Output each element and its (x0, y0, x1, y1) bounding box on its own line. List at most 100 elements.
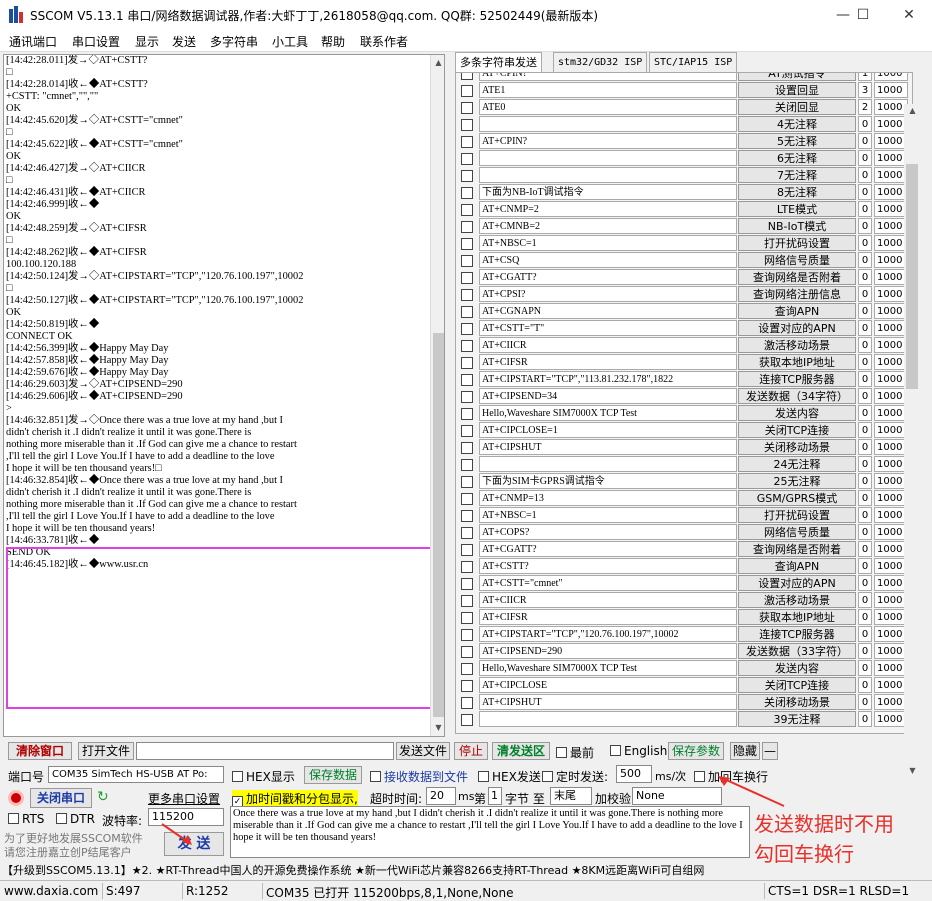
command-send-button[interactable]: 8无注释 (738, 184, 856, 200)
command-input[interactable]: Hello,Waveshare SIM7000X TCP Test (479, 660, 737, 676)
delay-input[interactable]: 1000 (874, 643, 908, 659)
delay-input[interactable]: 1000 (874, 490, 908, 506)
row-checkbox[interactable] (461, 170, 473, 182)
command-input[interactable]: AT+CIFSR (479, 609, 737, 625)
refresh-icon[interactable]: ↻ (97, 789, 109, 805)
command-input[interactable]: AT+CIPCLOSE (479, 677, 737, 693)
command-send-button[interactable]: 7无注释 (738, 167, 856, 183)
command-send-button[interactable]: 发送内容 (738, 660, 856, 676)
command-send-button[interactable]: 关闭移动场景 (738, 439, 856, 455)
order-input[interactable]: 0 (858, 405, 872, 421)
order-input[interactable]: 0 (858, 201, 872, 217)
command-input[interactable]: AT+NBSC=1 (479, 507, 737, 523)
command-input[interactable]: AT+NBSC=1 (479, 235, 737, 251)
row-checkbox[interactable] (461, 73, 473, 80)
delay-input[interactable]: 1000 (874, 507, 908, 523)
order-input[interactable]: 1 (858, 73, 872, 81)
delay-input[interactable]: 1000 (874, 354, 908, 370)
row-checkbox[interactable] (461, 289, 473, 301)
command-input[interactable]: AT+CPIN? (479, 133, 737, 149)
row-checkbox[interactable] (461, 714, 473, 726)
command-send-button[interactable]: 网络信号质量 (738, 252, 856, 268)
order-input[interactable]: 0 (858, 558, 872, 574)
promo-line-2[interactable]: 请您注册嘉立创P结尾客户 (4, 844, 132, 860)
command-input[interactable]: AT+CNMP=2 (479, 201, 737, 217)
page-input[interactable]: 1 (488, 787, 502, 805)
delay-input[interactable]: 1000 (874, 99, 908, 115)
row-checkbox[interactable] (461, 255, 473, 267)
order-input[interactable]: 0 (858, 694, 872, 710)
row-checkbox[interactable] (461, 272, 473, 284)
save-data-button[interactable]: 保存数据 (304, 766, 362, 784)
order-input[interactable]: 0 (858, 643, 872, 659)
command-input[interactable]: AT+CGNAPN (479, 303, 737, 319)
delay-input[interactable]: 1000 (874, 694, 908, 710)
command-input[interactable]: AT+CGATT? (479, 269, 737, 285)
order-input[interactable]: 0 (858, 439, 872, 455)
maximize-button[interactable]: ☐ (840, 0, 886, 30)
command-send-button[interactable]: 关闭TCP连接 (738, 677, 856, 693)
row-checkbox[interactable] (461, 561, 473, 573)
delay-input[interactable]: 1000 (874, 337, 908, 353)
menu-serial-settings[interactable]: 串口设置 (72, 33, 120, 50)
delay-input[interactable]: 1000 (874, 235, 908, 251)
row-checkbox[interactable] (461, 119, 473, 131)
interval-input[interactable]: 500 (616, 765, 652, 783)
delay-input[interactable]: 1000 (874, 541, 908, 557)
delay-input[interactable]: 1000 (874, 456, 908, 472)
order-input[interactable]: 0 (858, 575, 872, 591)
row-checkbox[interactable] (461, 476, 473, 488)
order-input[interactable]: 0 (858, 235, 872, 251)
command-send-button[interactable]: 打开扰码设置 (738, 235, 856, 251)
send-input[interactable]: Once there was a true love at my hand ,b… (230, 806, 750, 858)
scroll-up-icon[interactable]: ▲ (434, 58, 443, 67)
command-send-button[interactable]: 关闭移动场景 (738, 694, 856, 710)
row-checkbox[interactable] (461, 680, 473, 692)
delay-input[interactable]: 1000 (874, 218, 908, 234)
row-checkbox[interactable] (461, 612, 473, 624)
stop-button[interactable]: 停止 (454, 742, 488, 760)
command-send-button[interactable]: 查询网络注册信息 (738, 286, 856, 302)
menu-tools[interactable]: 小工具 (272, 33, 308, 50)
command-input[interactable] (479, 711, 737, 727)
timed-send-checkbox[interactable]: 定时发送: (542, 768, 608, 785)
row-checkbox[interactable] (461, 544, 473, 556)
command-send-button[interactable]: GSM/GPRS模式 (738, 490, 856, 506)
command-send-button[interactable]: 4无注释 (738, 116, 856, 132)
delay-input[interactable]: 1000 (874, 252, 908, 268)
table-scrollbar[interactable]: ▲ ▼ (904, 104, 920, 775)
command-input[interactable]: 下面为NB-IoT调试指令 (479, 184, 737, 200)
row-checkbox[interactable] (461, 697, 473, 709)
menu-help[interactable]: 帮助 (321, 33, 345, 50)
row-checkbox[interactable] (461, 408, 473, 420)
command-send-button[interactable]: 设置对应的APN (738, 320, 856, 336)
row-checkbox[interactable] (461, 459, 473, 471)
command-send-button[interactable]: 6无注释 (738, 150, 856, 166)
port-select[interactable]: COM35 SimTech HS-USB AT Po: (48, 766, 224, 783)
order-input[interactable]: 2 (858, 99, 872, 115)
order-input[interactable]: 0 (858, 677, 872, 693)
delay-input[interactable]: 1000 (874, 473, 908, 489)
order-input[interactable]: 3 (858, 82, 872, 98)
command-input[interactable]: AT+CIPSEND=34 (479, 388, 737, 404)
delay-input[interactable]: 1000 (874, 558, 908, 574)
row-checkbox[interactable] (461, 629, 473, 641)
command-send-button[interactable]: 查询APN (738, 303, 856, 319)
order-input[interactable]: 0 (858, 354, 872, 370)
command-send-button[interactable]: NB-IoT模式 (738, 218, 856, 234)
row-checkbox[interactable] (461, 204, 473, 216)
delay-input[interactable]: 1000 (874, 303, 908, 319)
delay-input[interactable]: 1000 (874, 167, 908, 183)
row-checkbox[interactable] (461, 306, 473, 318)
more-settings-link[interactable]: 更多串口设置 (148, 790, 220, 807)
command-send-button[interactable]: 5无注释 (738, 133, 856, 149)
command-input[interactable]: AT+CIFSR (479, 354, 737, 370)
file-path-input[interactable] (136, 742, 394, 760)
command-send-button[interactable]: 查询网络是否附着 (738, 541, 856, 557)
order-input[interactable]: 0 (858, 456, 872, 472)
row-checkbox[interactable] (461, 221, 473, 233)
row-checkbox[interactable] (461, 340, 473, 352)
command-input[interactable]: AT+CMNB=2 (479, 218, 737, 234)
hex-show-checkbox[interactable]: HEX显示 (232, 768, 295, 785)
delay-input[interactable]: 1000 (874, 82, 908, 98)
